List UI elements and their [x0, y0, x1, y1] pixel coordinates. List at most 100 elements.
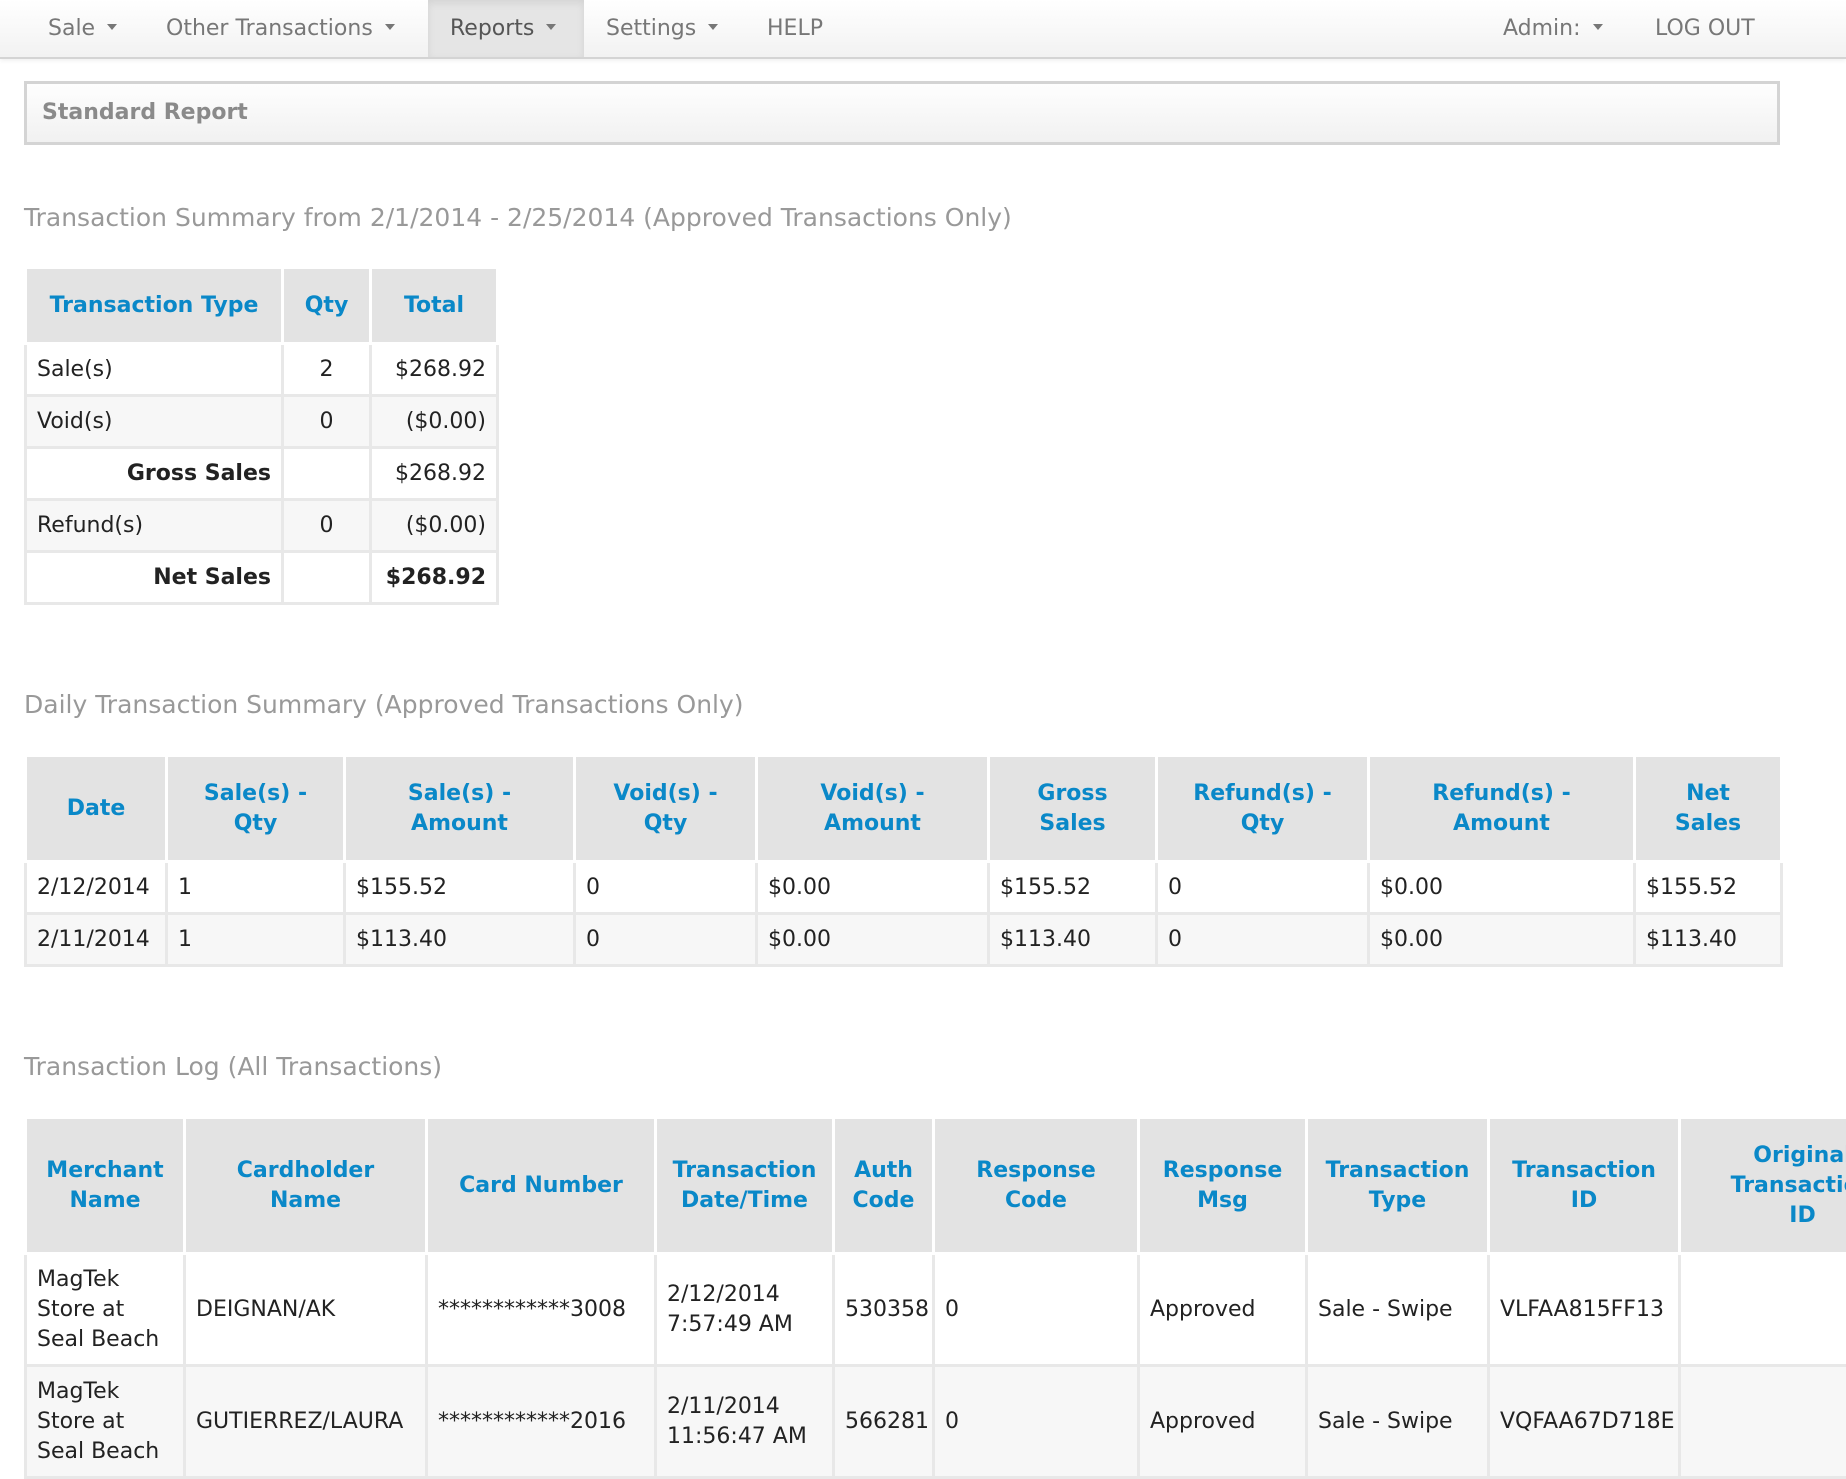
column-header-transaction-type[interactable]: TransactionType [1307, 1118, 1489, 1254]
nav-other-transactions-menu[interactable]: Other Transactions [152, 0, 424, 57]
column-header-net-sales[interactable]: Net Sales [1635, 756, 1782, 862]
nav-settings-menu[interactable]: Settings [590, 0, 740, 57]
column-header-transaction-datetime[interactable]: Transaction Date/Time [656, 1118, 834, 1254]
transaction-log-row: MagTekStore atSeal BeachGUTIERREZ/LAURA*… [26, 1366, 1846, 1478]
column-header-original-transaction-id[interactable]: OriginalTransactionID [1680, 1118, 1846, 1254]
log-cell-cardholder-name: GUTIERREZ/LAURA [185, 1366, 427, 1478]
log-cell-cardholder-name: DEIGNAN/AK [185, 1254, 427, 1366]
column-header-auth-code[interactable]: AuthCode [834, 1118, 934, 1254]
daily-cell-sales-qty: 1 [167, 862, 345, 914]
column-header-total[interactable]: Total [371, 268, 498, 344]
nav-settings-label: Settings [606, 16, 696, 41]
daily-cell-sales-amount: $155.52 [345, 862, 575, 914]
daily-summary-table: DateSale(s) -QtySale(s) -AmountVoid(s) -… [24, 754, 1783, 967]
daily-summary-heading: Daily Transaction Summary (Approved Tran… [24, 690, 744, 719]
column-header-refunds-qty[interactable]: Refund(s) -Qty [1157, 756, 1369, 862]
log-cell-transaction-datetime: 2/12/20147:57:49 AM [656, 1254, 834, 1366]
summary-total: $268.92 [371, 448, 498, 500]
column-header-text: Void(s) - [613, 781, 717, 806]
column-header-text: Name [69, 1188, 140, 1213]
column-header-card-number[interactable]: Card Number [427, 1118, 656, 1254]
column-header-text: ID [1789, 1203, 1815, 1228]
column-header-qty[interactable]: Qty [283, 268, 371, 344]
summary-total: ($0.00) [371, 396, 498, 448]
column-header-merchant-name[interactable]: Merchant Name [26, 1118, 185, 1254]
column-header-transaction-id[interactable]: TransactionID [1489, 1118, 1680, 1254]
column-header-cardholder-name[interactable]: CardholderName [185, 1118, 427, 1254]
nav-sale-menu[interactable]: Sale [34, 0, 148, 57]
logout-link[interactable]: LOG OUT [1640, 0, 1780, 57]
nav-sale-label: Sale [48, 16, 95, 41]
log-cell-response-code: 0 [934, 1254, 1139, 1366]
column-header-text: Amount [1453, 811, 1550, 836]
column-header-text: Code [853, 1188, 915, 1213]
column-header-text: Date/Time [681, 1188, 808, 1213]
nav-help-link[interactable]: HELP [752, 0, 852, 57]
column-header-text: Sale(s) - [204, 781, 307, 806]
log-cell-transaction-type: Sale - Swipe [1307, 1254, 1489, 1366]
daily-cell-refunds-qty: 0 [1157, 862, 1369, 914]
column-header-text: Sales [1675, 811, 1741, 836]
nav-reports-menu[interactable]: Reports [428, 0, 584, 57]
summary-row-sales: Sale(s) 2 $268.92 [26, 344, 498, 396]
daily-cell-gross-sales: $155.52 [989, 862, 1157, 914]
chevron-down-icon [385, 24, 395, 30]
log-cell-merchant-name: MagTekStore atSeal Beach [26, 1366, 185, 1478]
column-header-text: Cardholder [237, 1158, 374, 1183]
log-cell-original-transaction-id [1680, 1254, 1846, 1366]
summary-qty [283, 552, 371, 604]
log-cell-line: 2/11/2014 [667, 1394, 780, 1419]
column-header-voids-qty[interactable]: Void(s) - Qty [575, 756, 757, 862]
log-cell-line: MagTek [37, 1267, 119, 1292]
column-header-response-code[interactable]: ResponseCode [934, 1118, 1139, 1254]
column-header-response-msg[interactable]: ResponseMsg [1139, 1118, 1307, 1254]
column-header-text: Code [1005, 1188, 1067, 1213]
column-header-voids-amount[interactable]: Void(s) -Amount [757, 756, 989, 862]
log-cell-transaction-type: Sale - Swipe [1307, 1366, 1489, 1478]
nav-other-transactions-label: Other Transactions [166, 16, 373, 41]
column-header-date[interactable]: Date [26, 756, 167, 862]
summary-type: Gross Sales [26, 448, 283, 500]
log-cell-line: Seal Beach [37, 1327, 159, 1352]
daily-cell-voids-amount: $0.00 [757, 914, 989, 966]
summary-table: Transaction Type Qty Total Sale(s) 2 $26… [24, 266, 499, 605]
column-header-text: Qty [234, 811, 278, 836]
log-cell-response-msg: Approved [1139, 1254, 1307, 1366]
column-header-text: Original [1753, 1143, 1846, 1168]
summary-row-refunds: Refund(s) 0 ($0.00) [26, 500, 498, 552]
log-cell-line: 11:56:47 AM [667, 1424, 807, 1449]
column-header-text: Response [1163, 1158, 1283, 1183]
column-header-text: Sale(s) - [408, 781, 511, 806]
column-header-refunds-amount[interactable]: Refund(s) -Amount [1369, 756, 1635, 862]
column-header-sales-qty[interactable]: Sale(s) - Qty [167, 756, 345, 862]
daily-cell-net-sales: $113.40 [1635, 914, 1782, 966]
log-cell-line: Store at [37, 1409, 124, 1434]
column-header-text: Amount [824, 811, 921, 836]
summary-row-gross-sales: Gross Sales $268.92 [26, 448, 498, 500]
summary-header-row: Transaction Type Qty Total [26, 268, 498, 344]
chevron-down-icon [1593, 24, 1603, 30]
admin-menu[interactable]: Admin: [1488, 0, 1618, 57]
column-header-text: Net [1686, 781, 1730, 806]
log-cell-auth-code: 566281 [834, 1366, 934, 1478]
column-header-sales-amount[interactable]: Sale(s) -Amount [345, 756, 575, 862]
daily-cell-voids-amount: $0.00 [757, 862, 989, 914]
column-header-transaction-type[interactable]: Transaction Type [26, 268, 283, 344]
summary-heading: Transaction Summary from 2/1/2014 - 2/25… [24, 203, 1012, 232]
daily-cell-sales-amount: $113.40 [345, 914, 575, 966]
log-cell-transaction-id: VLFAA815FF13 [1489, 1254, 1680, 1366]
column-header-text: Transaction [673, 1158, 817, 1183]
column-header-text: Transaction [1512, 1158, 1656, 1183]
log-cell-line: 7:57:49 AM [667, 1312, 793, 1337]
top-navbar: Sale Other Transactions Reports Settings… [0, 0, 1846, 59]
daily-row: 2/11/20141$113.400$0.00$113.400$0.00$113… [26, 914, 1782, 966]
log-cell-line: Store at [37, 1297, 124, 1322]
column-header-text: Merchant [46, 1158, 163, 1183]
column-header-text: Qty [644, 811, 688, 836]
column-header-gross-sales[interactable]: GrossSales [989, 756, 1157, 862]
column-header-text: Transaction [1326, 1158, 1470, 1183]
log-cell-response-code: 0 [934, 1366, 1139, 1478]
log-cell-transaction-datetime: 2/11/2014 11:56:47 AM [656, 1366, 834, 1478]
column-header-text: Date [67, 796, 126, 821]
daily-cell-gross-sales: $113.40 [989, 914, 1157, 966]
